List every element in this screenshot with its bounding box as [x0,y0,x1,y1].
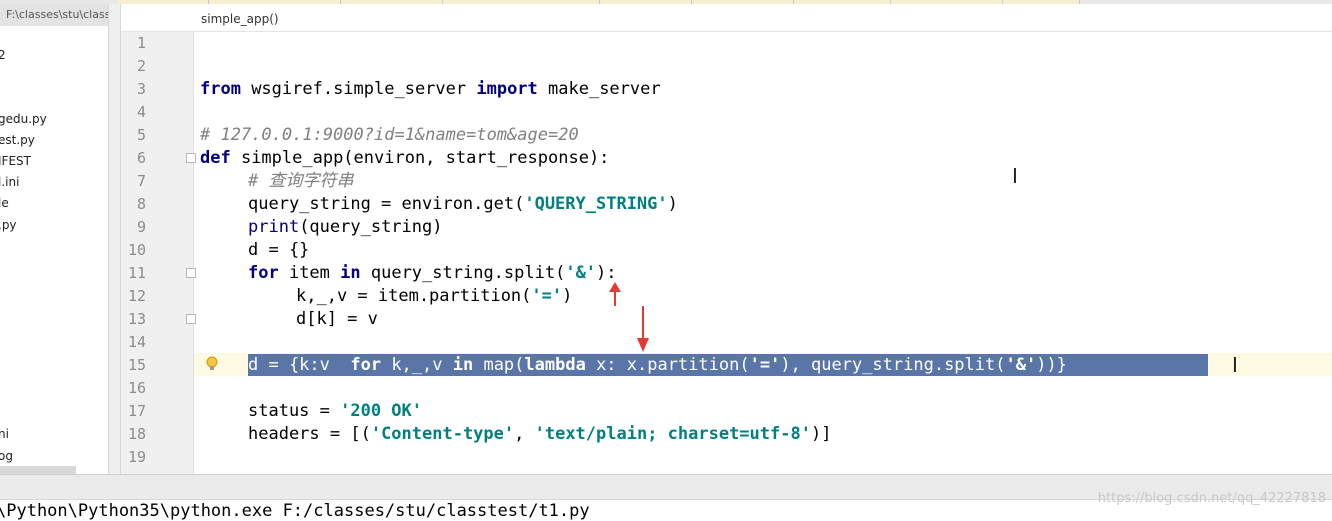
string-literal: '=' [531,286,563,306]
keyword: for [248,263,279,283]
code-line-3[interactable]: from wsgiref.simple_server import make_s… [200,78,661,101]
text-cursor-icon: I [1012,164,1018,188]
code-token: query_string = environ.get( [248,194,525,214]
code-token: item [278,263,341,283]
string-literal: '200 OK' [340,401,423,421]
code-token: map( [473,355,525,375]
line-number: 12 [127,287,146,305]
code-token: k,_,v = item.partition( [296,286,532,306]
keyword: for [350,355,382,375]
line-number: 2 [136,57,146,75]
builtin: print [248,217,300,237]
code-token: )] [810,424,832,444]
project-path: F:\classes\stu\classt [0,4,108,26]
code-line-11[interactable]: for item in query_string.split('&'): [248,262,617,285]
code-line-6[interactable]: def simple_app(environ, start_response): [200,147,609,170]
line-number: 19 [127,448,146,466]
red-up-arrow-icon [609,282,621,306]
line-number: 16 [127,379,146,397]
code-token: k,_,v [381,355,453,375]
code-line-18[interactable]: headers = [('Content-type', 'text/plain;… [248,423,831,446]
line-number: 10 [127,241,146,259]
file-item[interactable]: IFEST [0,154,31,168]
string-literal: 'text/plain; charset=utf-8' [534,424,811,444]
line-number: 6 [136,149,146,167]
line-number: 18 [127,425,146,443]
line-number: 15 [127,356,146,374]
fold-marker[interactable] [186,153,196,163]
keyword: lambda [524,355,586,375]
code-line-12[interactable]: k,_,v = item.partition('=') [296,285,572,308]
red-down-arrow-icon [637,306,649,352]
file-item[interactable]: ni [0,427,9,441]
run-console: https://blog.csdn.net/qq_42227818 \Pytho… [0,474,1332,521]
file-item[interactable]: og [0,449,13,463]
breadcrumb-function[interactable]: simple_app() [201,12,279,26]
text-cursor-icon: I [1232,353,1238,377]
line-number: 5 [136,126,146,144]
selected-file-highlight [0,466,76,474]
code-token: wsgiref.simple_server [240,79,477,99]
keyword: def [200,148,231,168]
line-number: 14 [127,333,146,351]
code-token: simple_app(environ, start_response): [230,148,610,168]
code-token: , [514,424,535,444]
string-literal: '&' [1005,355,1037,375]
code-token: headers = [( [248,424,371,444]
console-command: \Python\Python35\python.exe F:/classes/s… [0,501,590,521]
fold-marker[interactable] [186,314,196,324]
code-token: ), query_string.split( [780,355,1006,375]
line-number: 9 [136,218,146,236]
code-line-9[interactable]: print(query_string) [248,216,442,239]
watermark: https://blog.csdn.net/qq_42227818 [1097,491,1326,506]
file-item[interactable]: l.ini [0,175,19,189]
line-number: 4 [136,103,146,121]
keyword: in [340,263,361,283]
file-item[interactable]: le [0,196,9,210]
line-number: 11 [127,264,146,282]
code-line-15[interactable]: d = {k:v for k,_,v in map(lambda x: x.pa… [248,354,1067,377]
breadcrumb: simple_app() [121,4,1332,32]
code-token: query_string.split( [360,263,566,283]
keyword: in [452,355,474,375]
file-item[interactable]: 2 [0,48,6,62]
keyword: import [476,79,538,99]
line-number: 7 [136,172,146,190]
line-number: 17 [127,402,146,420]
code-line-10[interactable]: d = {} [248,239,309,262]
code-line-8[interactable]: query_string = environ.get('QUERY_STRING… [248,193,678,216]
string-literal: '&' [565,263,597,283]
sidebar-splitter[interactable] [109,4,121,474]
code-token: ) [562,286,573,306]
line-number: 3 [136,80,146,98]
code-token: ))} [1036,355,1067,375]
line-number: 8 [136,195,146,213]
line-number: 13 [127,310,146,328]
string-literal: 'Content-type' [370,424,515,444]
code-token: d = {k:v [248,355,351,375]
code-token: ) [667,194,678,214]
project-sidebar: F:\classes\stu\classt 2 gedu.py est.py I… [0,4,109,474]
line-number: 1 [136,34,146,52]
code-token: status = [248,401,341,421]
string-literal: '=' [749,355,781,375]
string-literal: 'QUERY_STRING' [524,194,668,214]
fold-marker[interactable] [186,268,196,278]
code-token: make_server [537,79,661,99]
code-token: (query_string) [299,217,443,237]
file-item[interactable]: est.py [0,133,35,147]
keyword: from [200,79,241,99]
code-line-7[interactable]: # 查询字符串 [248,170,353,193]
file-item[interactable]: .py [0,218,17,232]
code-line-13[interactable]: d[k] = v [296,308,378,331]
console-toolbar: https://blog.csdn.net/qq_42227818 [0,475,1332,506]
lightbulb-icon[interactable] [206,356,218,372]
code-line-17[interactable]: status = '200 OK' [248,400,422,423]
file-item[interactable]: gedu.py [0,112,47,126]
code-line-5[interactable]: # 127.0.0.1:9000?id=1&name=tom&age=20 [200,124,579,147]
code-token: ): [596,263,617,283]
code-token: x: x.partition( [585,355,750,375]
